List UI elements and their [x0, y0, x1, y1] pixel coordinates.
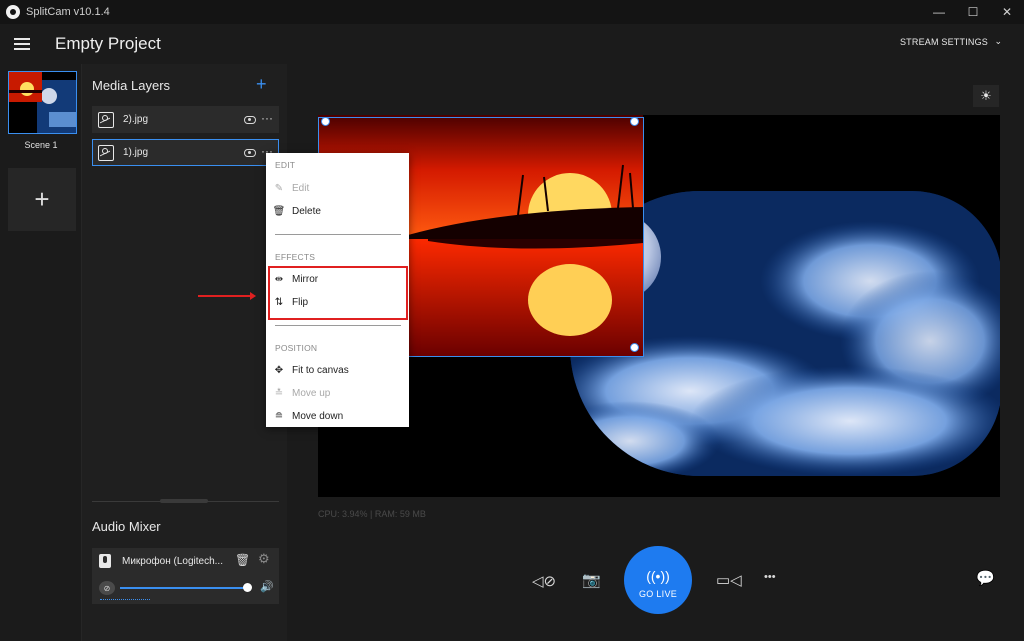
app-title: SplitCam v10.1.4 — [26, 6, 110, 18]
title-bar: SplitCam v10.1.4 — ☐ ✕ — [0, 0, 1024, 24]
menu-item-move-up: ≛ Move up — [266, 382, 409, 404]
media-layers-panel: Media Layers + 2).jpg ··· 1).jpg ··· Aud… — [82, 64, 287, 641]
trash-icon: 🗑 — [272, 205, 286, 217]
move-down-icon: ≘ — [274, 410, 284, 422]
go-live-button[interactable]: ((•)) GO LIVE — [624, 546, 692, 614]
scene-thumbnail[interactable] — [8, 71, 77, 134]
eye-icon[interactable] — [244, 149, 256, 157]
more-options-icon[interactable]: ··· — [261, 111, 273, 125]
splitcam-logo-icon — [6, 5, 20, 19]
gear-icon[interactable]: ⚙ — [258, 551, 270, 567]
scene-preview-image — [9, 72, 76, 133]
chat-icon[interactable]: 💬 — [976, 569, 995, 587]
broadcast-icon: ((•)) — [646, 567, 670, 584]
menu-separator — [275, 325, 401, 326]
brightness-button[interactable]: ☀ — [973, 85, 999, 107]
annotation-highlight-box — [268, 266, 408, 320]
close-button[interactable]: ✕ — [990, 0, 1024, 24]
mute-toggle-icon[interactable]: ⊘ — [99, 581, 115, 595]
more-controls-icon[interactable]: ••• — [764, 571, 776, 583]
image-icon — [98, 111, 114, 128]
layer-row-selected[interactable]: 1).jpg ··· — [92, 139, 279, 166]
audio-device-name: Микрофон (Logitech... — [122, 556, 223, 567]
project-title: Empty Project — [55, 34, 161, 53]
image-icon — [98, 144, 114, 161]
speaker-icon: 🔊 — [260, 581, 274, 593]
audio-level-meter — [100, 599, 150, 600]
volume-slider-track[interactable] — [120, 587, 247, 589]
maximize-button[interactable]: ☐ — [956, 0, 990, 24]
header-bar: Empty Project STREAM SETTINGS ⌄ — [0, 24, 1024, 64]
move-up-icon: ≛ — [274, 387, 284, 399]
media-layers-title: Media Layers — [92, 78, 171, 93]
splitcam-window: SplitCam v10.1.4 — ☐ ✕ Empty Project STR… — [0, 0, 1024, 641]
resize-handle-top-right[interactable] — [630, 117, 639, 126]
menu-item-label: Move down — [292, 410, 344, 422]
volume-slider-knob[interactable] — [243, 583, 252, 592]
menu-item-move-down[interactable]: ≘ Move down — [266, 405, 409, 427]
resize-handle-top-left[interactable] — [321, 117, 330, 126]
menu-item-delete[interactable]: 🗑 Delete — [266, 200, 409, 222]
menu-item-fit-to-canvas[interactable]: ✥ Fit to canvas — [266, 359, 409, 381]
camera-icon[interactable]: 📷 — [582, 571, 601, 589]
resize-handle-bottom-right[interactable] — [630, 343, 639, 352]
audio-device-row: Микрофон (Logitech... 🗑 ⚙ ⊘ 🔊 — [92, 548, 279, 604]
menu-section-position: POSITION — [275, 343, 318, 353]
add-layer-button[interactable]: + — [256, 74, 267, 95]
layer-name: 1).jpg — [123, 147, 149, 158]
preview-canvas[interactable] — [318, 115, 1000, 497]
menu-item-label: Delete — [292, 205, 321, 217]
menu-section-edit: EDIT — [275, 160, 296, 170]
minimize-button[interactable]: — — [922, 0, 956, 24]
mic-mute-icon[interactable]: ◁⊘ — [532, 572, 556, 590]
menu-separator — [275, 234, 401, 235]
menu-item-label: Edit — [292, 182, 310, 194]
trash-icon[interactable]: 🗑 — [235, 553, 250, 567]
scene-label: Scene 1 — [24, 140, 58, 150]
pencil-icon: ✎ — [274, 182, 284, 194]
add-scene-button[interactable]: + — [8, 168, 76, 231]
hamburger-menu-icon[interactable] — [14, 38, 30, 50]
menu-item-edit: ✎ Edit — [266, 177, 409, 199]
layer-name: 2).jpg — [123, 114, 149, 125]
eye-icon[interactable] — [244, 116, 256, 124]
audio-mixer-title: Audio Mixer — [92, 519, 161, 534]
go-live-label: GO LIVE — [638, 588, 678, 599]
scenes-panel: Scene 1 + — [0, 64, 82, 641]
layer-row[interactable]: 2).jpg ··· — [92, 106, 279, 133]
resize-grip[interactable] — [160, 499, 208, 503]
video-icon[interactable]: ▭◁ — [716, 571, 742, 589]
menu-item-label: Fit to canvas — [292, 364, 349, 376]
move-arrows-icon: ✥ — [274, 364, 284, 376]
window-controls: — ☐ ✕ — [922, 0, 1024, 24]
annotation-arrow — [198, 292, 256, 300]
menu-item-label: Move up — [292, 387, 331, 399]
chevron-down-icon[interactable]: ⌄ — [994, 36, 1002, 47]
microphone-icon — [99, 554, 111, 568]
stream-settings-button[interactable]: STREAM SETTINGS — [900, 37, 988, 47]
performance-stats: CPU: 3.94% | RAM: 59 MB — [318, 509, 426, 519]
menu-section-effects: EFFECTS — [275, 252, 316, 262]
